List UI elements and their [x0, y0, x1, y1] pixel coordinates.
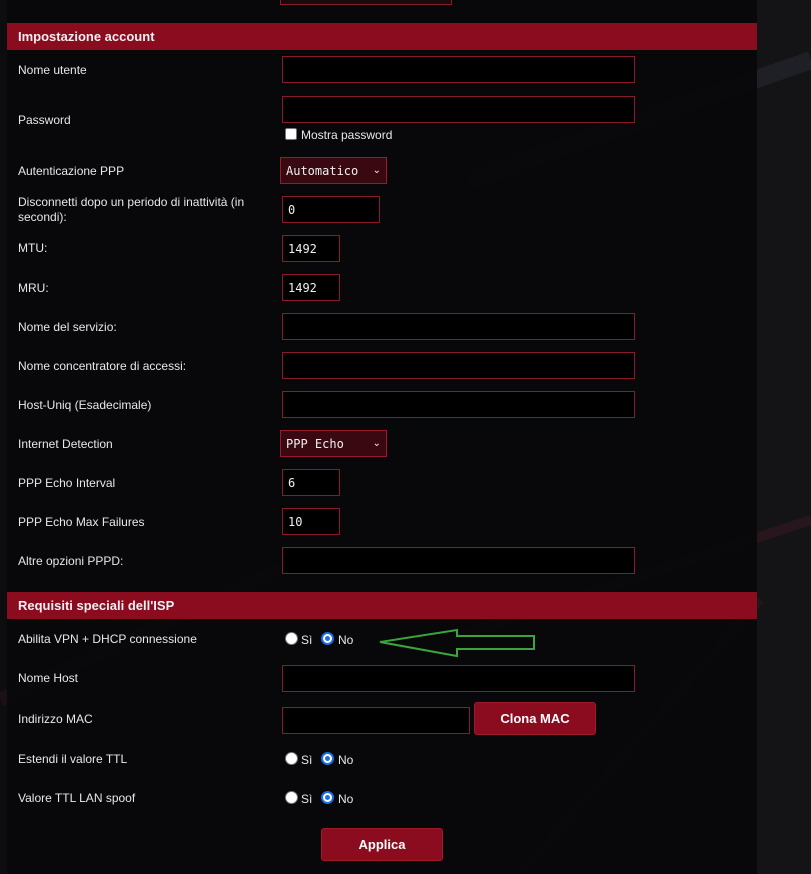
pppd-options-input[interactable] — [282, 547, 635, 574]
ttl-spoof-no-label: No — [338, 792, 354, 806]
ttl-extend-label: Estendi il valore TTL — [18, 752, 128, 766]
mru-label: MRU: — [18, 281, 49, 295]
mtu-input[interactable] — [282, 235, 340, 262]
ttl-extend-yes-radio[interactable] — [285, 752, 298, 765]
top-field-stub — [280, 0, 452, 5]
ac-name-label: Nome concentratore di accessi: — [18, 359, 187, 373]
mac-address-input[interactable] — [282, 707, 470, 734]
host-name-input[interactable] — [282, 665, 635, 692]
password-label: Password — [18, 113, 71, 127]
chevron-down-icon: ⌄ — [372, 438, 381, 449]
echo-interval-input[interactable] — [282, 469, 340, 496]
password-input[interactable] — [282, 96, 635, 123]
ttl-spoof-no-radio[interactable] — [321, 791, 334, 804]
service-name-input[interactable] — [282, 313, 635, 340]
pppd-options-label: Altre opzioni PPPD: — [18, 554, 124, 568]
echo-interval-label: PPP Echo Interval — [18, 476, 116, 490]
ttl-spoof-label: Valore TTL LAN spoof — [18, 791, 136, 805]
ttl-extend-yes-label: Sì — [301, 753, 313, 767]
apply-button[interactable]: Applica — [321, 828, 443, 861]
username-label: Nome utente — [18, 63, 87, 77]
ttl-spoof-yes-radio[interactable] — [285, 791, 298, 804]
ttl-extend-no-label: No — [338, 753, 354, 767]
ttl-spoof-yes-label: Sì — [301, 792, 313, 806]
mru-input[interactable] — [282, 274, 340, 301]
username-input[interactable] — [282, 56, 635, 83]
service-name-label: Nome del servizio: — [18, 320, 117, 334]
echo-max-failures-input[interactable] — [282, 508, 340, 535]
page-background-right — [757, 0, 811, 874]
echo-max-failures-label: PPP Echo Max Failures — [18, 515, 145, 529]
vpn-dhcp-no-radio[interactable] — [321, 632, 334, 645]
chevron-down-icon: ⌄ — [372, 165, 381, 176]
internet-detection-label: Internet Detection — [18, 437, 113, 451]
show-password-label: Mostra password — [301, 128, 393, 142]
ppp-auth-select[interactable]: Automatico ⌄ — [280, 157, 387, 184]
ppp-auth-selected: Automatico — [286, 163, 359, 178]
vpn-dhcp-label: Abilita VPN + DHCP connessione — [18, 632, 197, 646]
host-uniq-label: Host-Uniq (Esadecimale) — [18, 398, 152, 412]
host-name-label: Nome Host — [18, 671, 79, 685]
host-uniq-input[interactable] — [282, 391, 635, 418]
internet-detection-select[interactable]: PPP Echo ⌄ — [280, 430, 387, 457]
mac-address-label: Indirizzo MAC — [18, 712, 93, 726]
idle-disconnect-label: Disconnetti dopo un periodo di inattivit… — [18, 195, 245, 224]
vpn-dhcp-yes-radio[interactable] — [285, 632, 298, 645]
mtu-label: MTU: — [18, 241, 48, 255]
clone-mac-button[interactable]: Clona MAC — [474, 702, 596, 735]
ttl-extend-no-radio[interactable] — [321, 752, 334, 765]
internet-detection-selected: PPP Echo — [286, 436, 344, 451]
vpn-dhcp-no-label: No — [338, 633, 354, 647]
ppp-auth-label: Autenticazione PPP — [18, 164, 125, 178]
show-password-checkbox[interactable] — [285, 128, 297, 140]
idle-disconnect-input[interactable] — [282, 196, 380, 223]
section-header-account: Impostazione account — [7, 23, 757, 50]
ac-name-input[interactable] — [282, 352, 635, 379]
vpn-dhcp-yes-label: Sì — [301, 633, 313, 647]
section-header-isp: Requisiti speciali dell'ISP — [7, 592, 757, 619]
